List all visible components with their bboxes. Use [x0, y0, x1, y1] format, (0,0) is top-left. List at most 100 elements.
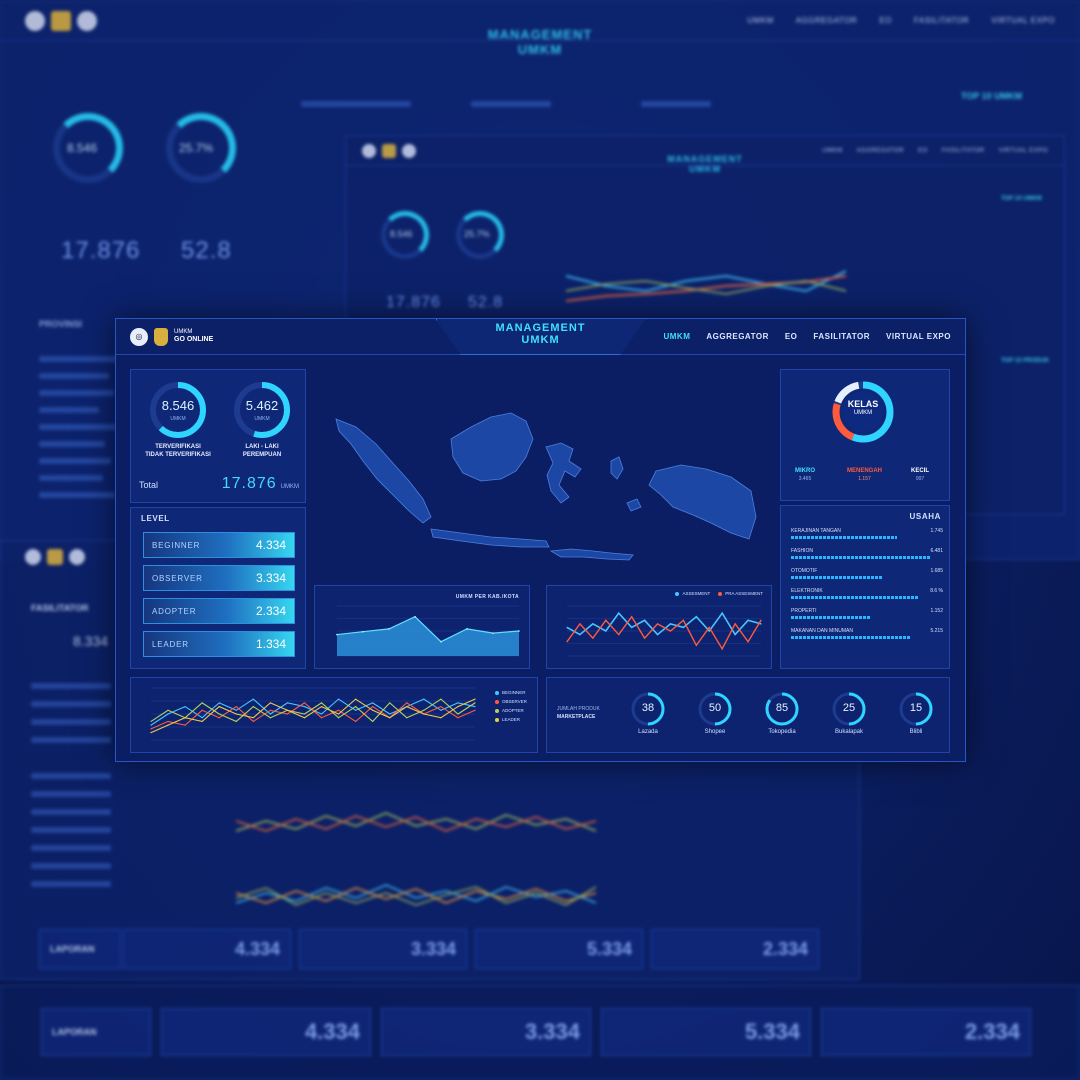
marketplace-label-line2: MARKETPLACE — [557, 713, 596, 720]
level-chart-point — [457, 713, 459, 715]
usaha-value: 6.481 — [930, 548, 943, 554]
level-bar-observer[interactable]: OBSERVER 3.334 — [143, 565, 295, 591]
assesment-chart-point — [695, 644, 697, 646]
assesment-chart-point — [760, 619, 762, 621]
verification-unit: UMKM — [170, 416, 186, 422]
kelas-donut[interactable]: KELAS UMKM — [831, 380, 895, 444]
bg-list-row — [31, 881, 111, 887]
marketplace-gauge-blibli[interactable]: 15 Blibli — [894, 691, 938, 735]
bg-nav-link: VIRTUAL EXPO — [998, 147, 1048, 154]
area-chart-point[interactable] — [336, 633, 338, 636]
assesment-chart-point — [592, 637, 594, 639]
area-chart-point[interactable] — [466, 628, 468, 630]
assesment-chart-point — [721, 612, 723, 614]
legend-label: ADOPTER — [502, 708, 524, 713]
legend-label: BEGINNER — [502, 690, 526, 695]
area-chart-point[interactable] — [440, 640, 442, 643]
bg-stat-value: 5.334 — [586, 938, 632, 959]
bg-list-row — [471, 101, 551, 107]
nav-fasilitator[interactable]: FASILITATOR — [813, 332, 870, 341]
assesment-chart-point — [605, 619, 607, 621]
level-bar-leader[interactable]: LEADER 1.334 — [143, 631, 295, 657]
nav-eo[interactable]: EO — [785, 332, 798, 341]
usaha-item[interactable]: MAKANAN DAN MINUMAN 5.215 — [791, 628, 943, 639]
bg-list-row — [641, 101, 711, 107]
usaha-item[interactable]: PROPERTI 1.152 — [791, 608, 943, 619]
bg-top-title: MANAGEMENT UMKM — [488, 27, 593, 57]
level-chart-point — [269, 717, 271, 719]
bg-logo-cart-icon — [77, 10, 97, 31]
area-chart-point[interactable] — [518, 630, 520, 632]
marketplace-name: Shopee — [704, 729, 726, 735]
assesment-chart-point — [682, 626, 684, 629]
area-chart-point[interactable] — [414, 615, 416, 618]
bg-logo-mascot-icon — [382, 143, 396, 158]
bg-nav-link: AGGREGATOR — [795, 16, 858, 25]
assesment-chart-point — [747, 641, 749, 643]
bg-list-row — [301, 101, 411, 107]
usaha-item[interactable]: FASHION 6.481 — [791, 548, 943, 559]
usaha-bar — [791, 576, 883, 579]
nav-virtual-expo[interactable]: VIRTUAL EXPO — [886, 332, 951, 341]
level-trend-chart[interactable] — [139, 684, 479, 748]
level-chart-point — [320, 713, 323, 715]
area-chart-point[interactable] — [362, 630, 364, 633]
marketplace-panel: JUMLAH PRODUK MARKETPLACE — [546, 677, 950, 753]
bg-stat-value: 3.334 — [410, 938, 456, 959]
bg-nav-link: EO — [879, 16, 892, 25]
level-chart-point — [372, 705, 374, 708]
nav-umkm[interactable]: UMKM — [663, 332, 690, 341]
marketplace-value: 85 — [775, 702, 789, 714]
marketplace-value: 25 — [842, 702, 856, 714]
bg-stat-card: 5.334 — [601, 1008, 811, 1056]
marketplace-gauge-tokopedia[interactable]: 85 Tokopedia — [760, 691, 804, 735]
assesment-legend: ASSESMENT PRA ASSESMENT — [675, 591, 763, 600]
area-chart-point[interactable] — [492, 632, 494, 634]
bg-stat-value: 3.334 — [524, 1019, 580, 1044]
usaha-item[interactable]: ELEKTRONIK 8.6 % — [791, 588, 943, 599]
usaha-item[interactable]: KERAJINAN TANGAN 1.745 — [791, 528, 943, 539]
level-value: 3.334 — [255, 571, 286, 585]
level-chart-point — [355, 709, 357, 711]
assesment-chart-series-pra-assesment[interactable] — [566, 615, 762, 651]
legend-label: OBSERVER — [502, 699, 527, 704]
bg-nav-link: EO — [918, 147, 928, 154]
verification-gauge-card: 8.546 UMKM TERVERIFIKASI TIDAK TERVERIFI… — [139, 380, 217, 459]
usaha-value: 1.152 — [930, 608, 943, 614]
indonesia-map[interactable] — [311, 399, 771, 599]
bg-logo-cart-icon — [69, 549, 85, 565]
level-bar-adopter[interactable]: ADOPTER 2.334 — [143, 598, 295, 624]
assesment-chart-point — [618, 633, 620, 636]
level-name: LEADER — [152, 639, 189, 649]
assesment-line-chart[interactable] — [555, 600, 765, 666]
usaha-item[interactable]: OTOMOTIF 1.685 — [791, 568, 943, 579]
legend-dot-icon — [675, 591, 680, 596]
level-chart-point — [150, 724, 152, 726]
area-chart-point[interactable] — [388, 628, 390, 630]
marketplace-gauge-lazada[interactable]: 38 Lazada — [626, 691, 670, 735]
bg-list-row — [39, 441, 105, 447]
assesment-chart-point — [760, 623, 762, 625]
legend-item: OBSERVER — [495, 699, 527, 704]
level-chart-point — [440, 705, 442, 708]
bg-stat-value: 5.334 — [744, 1019, 800, 1044]
usaha-bar — [791, 556, 931, 559]
legend-item: ASSESMENT — [675, 591, 710, 596]
level-chart-point — [201, 702, 203, 704]
marketplace-gauge-bukalapak[interactable]: 25 Bukalapak — [827, 691, 871, 735]
level-chart-point — [372, 702, 374, 704]
level-name: ADOPTER — [152, 606, 197, 616]
bg-top-navlinks: UMKM AGGREGATOR EO FASILITATOR VIRTUAL E… — [747, 16, 1055, 25]
legend-item: PRA ASSESMENT — [718, 591, 763, 596]
area-chart[interactable] — [323, 600, 523, 666]
usaha-bar — [791, 596, 919, 599]
nav-aggregator[interactable]: AGGREGATOR — [706, 332, 768, 341]
bg-line-chart — [236, 884, 596, 906]
marketplace-gauge-shopee[interactable]: 50 Shopee — [693, 691, 737, 735]
level-chart-point — [457, 705, 459, 708]
level-bar-beginner[interactable]: BEGINNER 4.334 — [143, 532, 295, 558]
bg-stat-value: 2.334 — [964, 1019, 1020, 1044]
bg-list-row — [31, 737, 111, 743]
level-chart-point — [252, 705, 254, 708]
assesment-chart-point — [669, 623, 672, 625]
